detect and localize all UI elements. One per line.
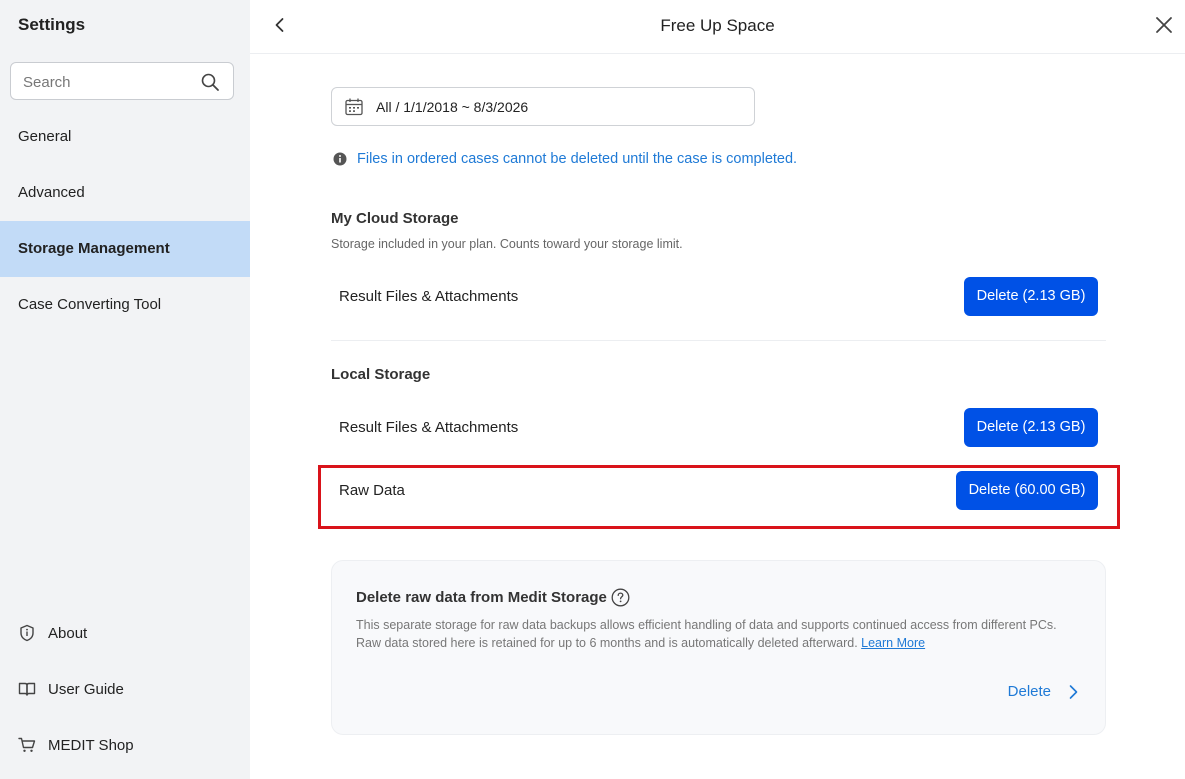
raw-storage-description: This separate storage for raw data backu… [356, 616, 1076, 652]
cloud-result-files-delete-button[interactable]: Delete (2.13 GB) [964, 277, 1098, 316]
book-icon [18, 680, 36, 698]
shield-icon [18, 624, 36, 642]
raw-storage-delete-link[interactable]: Delete [1008, 683, 1081, 700]
learn-more-link[interactable]: Learn More [861, 636, 925, 650]
info-icon [333, 152, 347, 166]
sidebar: Settings General Advanced Storage Manage… [0, 0, 250, 779]
page-title: Free Up Space [660, 16, 775, 35]
sidebar-item-label: General [18, 128, 72, 145]
raw-data-label: Raw Data [339, 482, 405, 499]
raw-storage-title: Delete raw data from Medit Storage [356, 588, 630, 607]
notice-text: Files in ordered cases cannot be deleted… [357, 151, 798, 167]
calendar-icon [344, 97, 364, 117]
raw-storage-delete-label: Delete [1007, 683, 1051, 700]
header: Free Up Space [250, 0, 1185, 54]
raw-storage-card: Delete raw data from Medit Storage This … [331, 560, 1106, 735]
cloud-result-files-label: Result Files & Attachments [339, 288, 519, 305]
cloud-storage-title: My Cloud Storage [331, 210, 459, 227]
help-icon[interactable] [611, 588, 630, 607]
local-result-files-label: Result Files & Attachments [339, 419, 519, 436]
raw-data-delete-button[interactable]: Delete (60.00 GB) [956, 471, 1098, 510]
cart-icon [18, 736, 36, 754]
date-range-picker[interactable]: All / 1/1/2018 ~ 8/3/2026 [331, 87, 755, 126]
info-notice: Files in ordered cases cannot be deleted… [331, 151, 797, 167]
sidebar-item-label: Advanced [18, 184, 85, 201]
local-storage-title: Local Storage [331, 366, 431, 383]
search-input[interactable] [23, 72, 193, 92]
sidebar-item-advanced[interactable]: Advanced [0, 165, 250, 221]
sidebar-item-label: Case Converting Tool [18, 296, 162, 313]
medit-shop-label: MEDIT Shop [48, 736, 134, 754]
search-box[interactable] [10, 62, 234, 100]
close-icon[interactable] [1153, 14, 1175, 36]
chevron-right-icon [1065, 684, 1081, 700]
raw-storage-title-text: Delete raw data from Medit Storage [356, 589, 607, 606]
sidebar-footer-medit-shop[interactable]: MEDIT Shop [18, 733, 134, 757]
about-label: About [48, 624, 88, 642]
local-result-files-delete-button[interactable]: Delete (2.13 GB) [964, 408, 1098, 447]
date-range-value: All / 1/1/2018 ~ 8/3/2026 [376, 98, 529, 115]
cloud-storage-description: Storage included in your plan. Counts to… [331, 237, 683, 251]
raw-storage-description-text: This separate storage for raw data backu… [356, 618, 1057, 650]
sidebar-item-storage-management[interactable]: Storage Management [0, 221, 250, 277]
user-guide-label: User Guide [48, 680, 124, 698]
sidebar-footer-user-guide[interactable]: User Guide [18, 677, 124, 701]
section-divider [331, 340, 1106, 341]
sidebar-item-label: Storage Management [18, 240, 170, 257]
sidebar-footer-about[interactable]: About [18, 621, 87, 645]
sidebar-item-case-converting-tool[interactable]: Case Converting Tool [0, 277, 250, 333]
search-icon[interactable] [200, 72, 220, 92]
sidebar-item-general[interactable]: General [0, 109, 250, 165]
sidebar-title: Settings [18, 15, 86, 34]
